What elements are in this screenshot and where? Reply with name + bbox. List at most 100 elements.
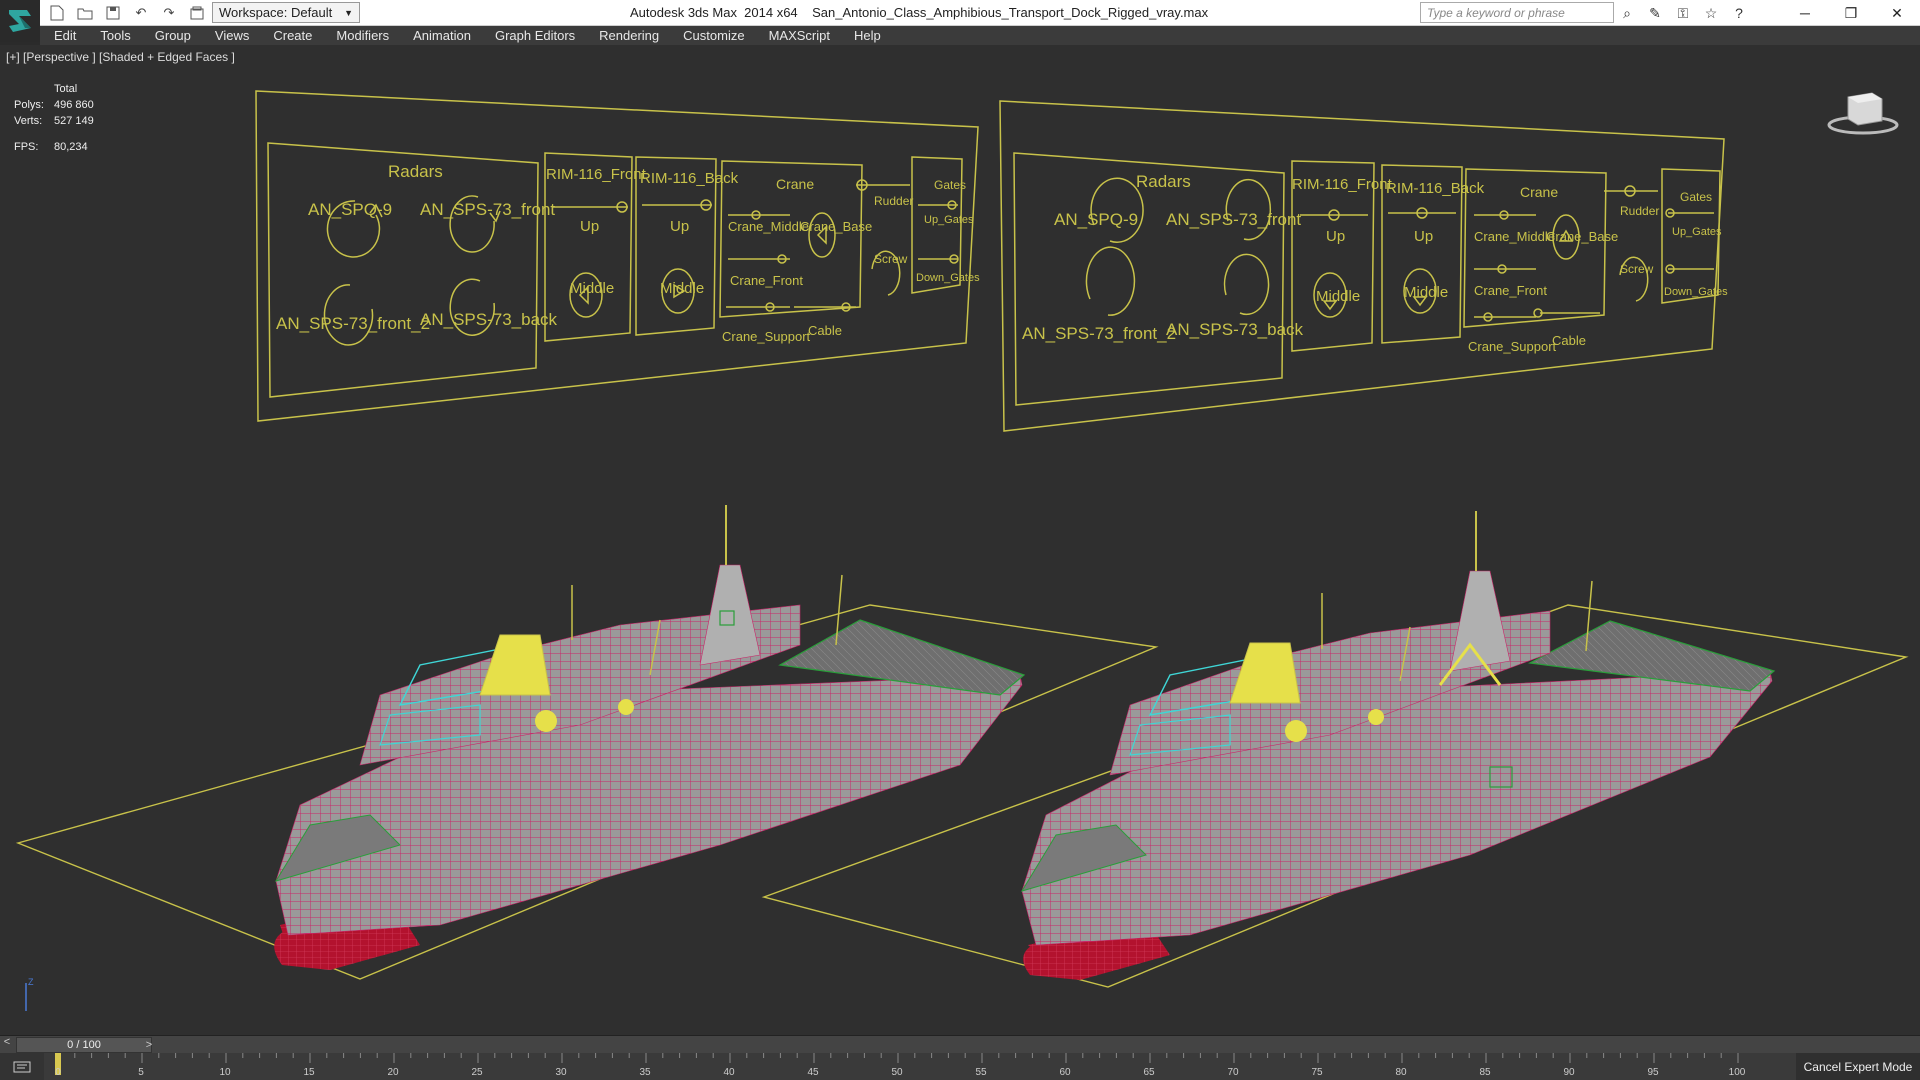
rim-up-label: Up (580, 218, 599, 235)
menu-tools[interactable]: Tools (100, 28, 130, 43)
rim-front-title: RIM-116_Front (546, 166, 647, 183)
crane-middle-label: Crane_Middle (728, 219, 809, 234)
tick-label: 25 (471, 1067, 483, 1078)
rig-panel-right[interactable] (999, 100, 1725, 432)
rim-back-title: RIM-116_Back (1386, 180, 1485, 197)
radar-label: AN_SPQ-9 (1054, 210, 1138, 229)
radar-label: AN_SPS-73_back (1166, 320, 1304, 339)
app-menu-button[interactable] (0, 0, 40, 42)
radar-label: AN_SPS-73_front (420, 200, 555, 219)
prev-frame-button[interactable]: < (0, 1036, 14, 1054)
communication-icon[interactable]: ✎ (1644, 3, 1666, 23)
gates-title: Gates (934, 178, 966, 192)
menu-rendering[interactable]: Rendering (599, 28, 659, 43)
rim-middle-label: Middle (660, 280, 704, 297)
quick-access-toolbar: ↶ ↷ (46, 3, 208, 23)
time-slider[interactable]: < 0 / 100 > (0, 1035, 1920, 1053)
rim-up-label: Up (670, 218, 689, 235)
menu-customize[interactable]: Customize (683, 28, 744, 43)
workspace-dropdown[interactable]: Workspace: Default ▼ (212, 2, 360, 23)
crane-front-label: Crane_Front (1474, 283, 1547, 298)
star-icon[interactable]: ☆ (1700, 3, 1722, 23)
tick-label: 60 (1059, 1067, 1071, 1078)
timeline-ruler[interactable]: 0 5 10 15 20 25 30 35 40 45 50 55 60 65 … (44, 1053, 1804, 1080)
tick-label: 50 (891, 1067, 903, 1078)
radar-label: AN_SPQ-9 (308, 200, 392, 219)
perspective-viewport[interactable]: [+] [Perspective ] [Shaded + Edged Faces… (0, 45, 1920, 1035)
viewcube-icon[interactable] (1826, 85, 1900, 135)
close-icon[interactable]: ✕ (1874, 0, 1920, 26)
menu-edit[interactable]: Edit (54, 28, 76, 43)
menu-group[interactable]: Group (155, 28, 191, 43)
open-file-icon[interactable] (74, 3, 96, 23)
help-icon[interactable]: ? (1728, 3, 1750, 23)
menu-views[interactable]: Views (215, 28, 249, 43)
rim-front-title: RIM-116_Front (1292, 176, 1393, 193)
rim-up-label: Up (1326, 228, 1345, 245)
tick-label: 40 (723, 1067, 735, 1078)
minimize-icon[interactable]: ─ (1782, 0, 1828, 26)
axis-z-label: Z (28, 977, 34, 987)
rudder-label: Rudder (1620, 204, 1659, 218)
rim-middle-label: Middle (1404, 284, 1448, 301)
menu-graph-editors[interactable]: Graph Editors (495, 28, 575, 43)
mini-curve-editor-icon[interactable] (0, 1053, 44, 1080)
tick-label: 5 (138, 1067, 144, 1078)
up-gates-label: Up_Gates (1672, 226, 1722, 238)
tick-label: 0 (55, 1067, 61, 1078)
window-controls: ─ ❐ ✕ (1782, 0, 1920, 26)
crane-support-label: Crane_Support (722, 329, 811, 344)
frame-indicator[interactable]: 0 / 100 (16, 1037, 152, 1053)
window-title: Autodesk 3ds Max 2014 x64 San_Antonio_Cl… (630, 5, 1209, 20)
down-gates-label: Down_Gates (1664, 286, 1728, 298)
tick-label: 10 (219, 1067, 231, 1078)
key-icon[interactable]: ⚿ (1672, 3, 1694, 23)
menu-maxscript[interactable]: MAXScript (769, 28, 830, 43)
tick-label: 80 (1395, 1067, 1407, 1078)
crane-title: Crane (776, 176, 814, 192)
menu-bar: Edit Tools Group Views Create Modifiers … (40, 26, 1920, 45)
title-bar: ↶ ↷ Workspace: Default ▼ Autodesk 3ds Ma… (0, 0, 1920, 42)
tick-label: 90 (1563, 1067, 1575, 1078)
radars-title: Radars (388, 162, 443, 181)
crane-base-label: Crane_Base (1546, 229, 1618, 244)
cancel-expert-mode-button[interactable]: Cancel Expert Mode (1796, 1053, 1920, 1080)
axis-tripod-icon: Z (25, 977, 34, 1011)
chevron-down-icon: ▼ (344, 7, 353, 18)
crane-front-label: Crane_Front (730, 273, 803, 288)
menu-modifiers[interactable]: Modifiers (336, 28, 389, 43)
binoculars-icon[interactable]: ⌕ (1616, 3, 1638, 23)
next-frame-button[interactable]: > (142, 1036, 156, 1054)
tick-label: 75 (1311, 1067, 1323, 1078)
radar-label: AN_SPS-73_front_2 (276, 314, 430, 333)
rig-panel-left-labels: Radars AN_SPQ-9 AN_SPS-73_front AN_SPS-7… (276, 162, 980, 344)
project-folder-icon[interactable] (186, 3, 208, 23)
cable-label: Cable (808, 323, 842, 338)
menu-create[interactable]: Create (273, 28, 312, 43)
3dsmax-logo-icon (9, 10, 31, 32)
tick-label: 30 (555, 1067, 567, 1078)
ship-model-left[interactable] (15, 505, 1159, 980)
tick-label: 20 (387, 1067, 399, 1078)
menu-animation[interactable]: Animation (413, 28, 471, 43)
new-file-icon[interactable] (46, 3, 68, 23)
restore-icon[interactable]: ❐ (1828, 0, 1874, 26)
tick-label: 15 (303, 1067, 315, 1078)
rig-panel-left[interactable] (255, 90, 979, 422)
tick-label: 55 (975, 1067, 987, 1078)
track-bar[interactable]: 0 5 10 15 20 25 30 35 40 45 50 55 60 65 … (0, 1053, 1920, 1080)
crane-middle-label: Crane_Middle (1474, 229, 1555, 244)
save-file-icon[interactable] (102, 3, 124, 23)
search-input[interactable]: Type a keyword or phrase (1420, 2, 1614, 23)
menu-help[interactable]: Help (854, 28, 881, 43)
tick-label: 45 (807, 1067, 819, 1078)
screw-label: Screw (1620, 262, 1654, 276)
workspace-label: Workspace: Default (219, 5, 333, 20)
tick-label: 35 (639, 1067, 651, 1078)
gates-title: Gates (1680, 190, 1712, 204)
crane-base-label: Crane_Base (800, 219, 872, 234)
crane-title: Crane (1520, 184, 1558, 200)
rim-middle-label: Middle (570, 280, 614, 297)
undo-icon[interactable]: ↶ (130, 3, 152, 23)
redo-icon[interactable]: ↷ (158, 3, 180, 23)
